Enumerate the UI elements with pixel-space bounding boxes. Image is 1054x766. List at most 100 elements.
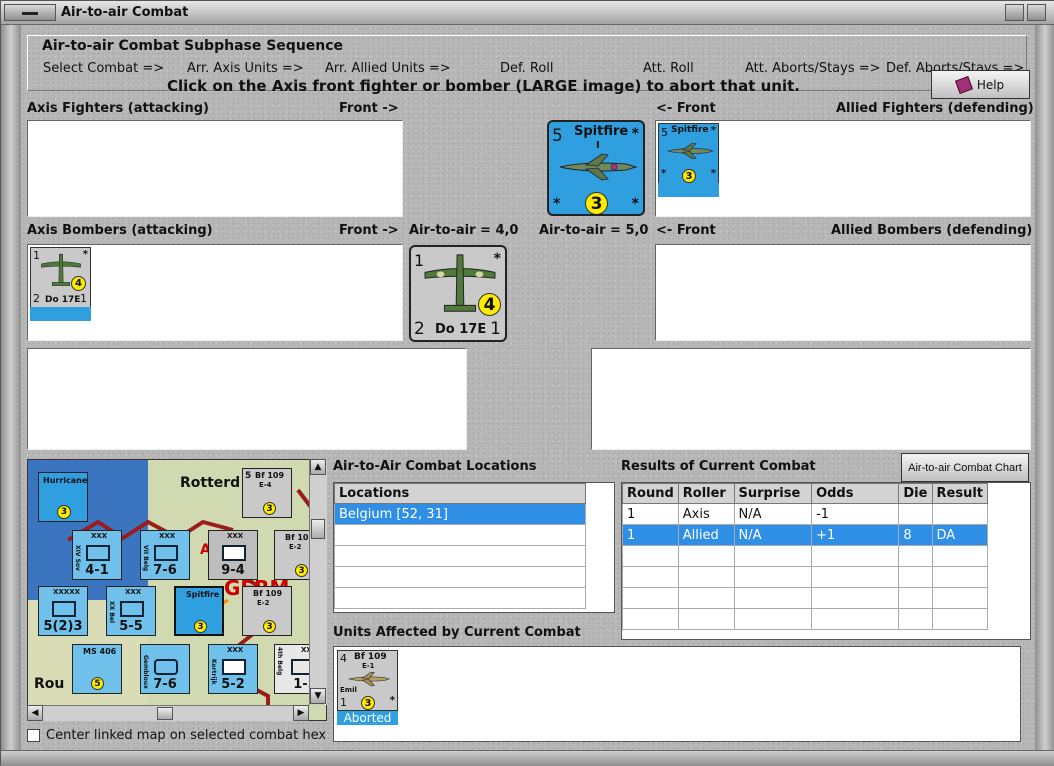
results-cell: N/A bbox=[733, 503, 813, 525]
infantry-icon bbox=[222, 545, 246, 561]
affected-units-panel[interactable]: 4 Bf 109 E-1 Emil 1 3 * Aborted bbox=[333, 646, 1021, 742]
help-button[interactable]: Help bbox=[931, 70, 1030, 99]
map-counter-army[interactable]: XXXXX 5(2)3 bbox=[38, 586, 88, 636]
center-map-checkbox[interactable] bbox=[27, 729, 40, 742]
map-city-rouen: Rou bbox=[34, 676, 65, 692]
spitfire-large-counter[interactable]: Spitfire I 5 * * * 3 bbox=[547, 120, 645, 216]
linked-map[interactable]: Rotterd Rou Antw GERM Hurricane 3 5 Bf 1… bbox=[27, 459, 327, 721]
system-menu-button[interactable] bbox=[4, 4, 56, 21]
scroll-thumb-horizontal[interactable] bbox=[157, 707, 173, 720]
results-row[interactable] bbox=[622, 545, 988, 567]
axis-fighters-front-label: Front -> bbox=[339, 101, 399, 116]
bottom-frame bbox=[1, 750, 1054, 766]
map-counter-german-corps[interactable]: XXX 9-4 bbox=[208, 530, 258, 580]
locations-column-header: Locations bbox=[334, 483, 586, 504]
map-counter-xiv-corps[interactable]: XXX XIV Sov 4-1 bbox=[72, 530, 122, 580]
title-bar: Air-to-air Combat bbox=[1, 1, 1054, 25]
map-counter-ms406[interactable]: MS 406 5 bbox=[72, 644, 122, 694]
counter-star-bl: * bbox=[553, 196, 561, 212]
results-row[interactable] bbox=[622, 608, 988, 630]
map-counter-rating: 3 bbox=[295, 564, 308, 577]
scroll-up-arrow[interactable]: ▲ bbox=[310, 459, 326, 475]
location-cell bbox=[334, 587, 586, 609]
map-counter-left: 5 bbox=[245, 471, 252, 481]
map-counter-vii-corps[interactable]: XXX VII Belg 7-6 bbox=[140, 530, 190, 580]
location-row[interactable] bbox=[334, 524, 586, 546]
scroll-thumb-vertical[interactable] bbox=[311, 519, 325, 539]
map-horizontal-scrollbar[interactable]: ◀ ▶ bbox=[27, 705, 309, 721]
results-row[interactable]: 1 Allied N/A +1 8 DA bbox=[622, 524, 988, 546]
scroll-right-arrow[interactable]: ▶ bbox=[293, 705, 309, 721]
map-counter-strength: 5-2 bbox=[221, 677, 245, 692]
map-vertical-scrollbar[interactable]: ▲ ▼ bbox=[309, 459, 327, 705]
map-counter-kortrijk[interactable]: XXX Kortrijk 5-2 bbox=[208, 644, 258, 694]
map-counter-label: Bf 109 bbox=[253, 589, 283, 598]
location-row[interactable] bbox=[334, 545, 586, 567]
phase-title: Air-to-air Combat Subphase Sequence bbox=[42, 38, 344, 54]
results-row[interactable]: 1 Axis N/A -1 bbox=[622, 503, 988, 525]
results-cell bbox=[931, 503, 988, 525]
counter-left-value: 4 bbox=[340, 652, 347, 665]
affected-units-title: Units Affected by Current Combat bbox=[333, 625, 581, 640]
fighter-aircraft-icon bbox=[348, 671, 391, 687]
air-combat-chart-button[interactable]: Air-to-air Combat Chart bbox=[901, 453, 1029, 482]
counter-sub: E-1 bbox=[362, 662, 375, 670]
axis-reserve-panel[interactable] bbox=[27, 348, 467, 450]
map-counter-bf109-a[interactable]: 5 Bf 109 E-4 3 bbox=[242, 468, 292, 518]
map-counter-size: XXX bbox=[91, 532, 108, 540]
map-counter-sub: E-2 bbox=[257, 599, 270, 607]
map-counter-spitfire[interactable]: Spitfire 3 bbox=[174, 586, 224, 636]
results-row[interactable] bbox=[622, 587, 988, 609]
counter-star-tr: * bbox=[631, 126, 639, 142]
allied-bombers-panel[interactable] bbox=[655, 244, 1031, 341]
counter-star-br: * bbox=[710, 168, 716, 179]
left-frame bbox=[1, 25, 21, 751]
center-map-option[interactable]: Center linked map on selected combat hex bbox=[27, 728, 326, 743]
results-cell: Allied bbox=[677, 524, 735, 546]
counter-name: Do 17E bbox=[45, 295, 81, 305]
location-row[interactable] bbox=[334, 587, 586, 609]
help-label: Help bbox=[976, 77, 1005, 92]
allied-fighters-panel[interactable]: Spitfire 5 * * * 3 bbox=[655, 120, 1031, 217]
location-row[interactable] bbox=[334, 566, 586, 588]
axis-fighters-panel[interactable] bbox=[27, 120, 403, 217]
counter-br-value: 1 bbox=[490, 319, 501, 339]
axis-air-to-air-label: Air-to-air = 4,0 bbox=[409, 223, 519, 238]
map-counter-gembloux[interactable]: Gembloux 7-6 bbox=[140, 644, 190, 694]
minimize-button[interactable] bbox=[1005, 4, 1024, 21]
counter-br-value: 1 bbox=[80, 292, 87, 305]
location-row[interactable]: Belgium [52, 31] bbox=[334, 503, 586, 525]
axis-bombers-panel[interactable]: 1 * 4 2 Do 17E 1 bbox=[27, 244, 403, 341]
counter-name: Bf 109 bbox=[354, 652, 387, 662]
map-counter-size: XXX bbox=[227, 646, 244, 654]
axis-bombers-front-label: Front -> bbox=[339, 223, 399, 238]
counter-star-tr: * bbox=[710, 125, 716, 136]
close-button[interactable] bbox=[1027, 4, 1046, 21]
do17-small-counter[interactable]: 1 * 4 2 Do 17E 1 bbox=[30, 247, 91, 308]
do17-large-counter[interactable]: 1 * 4 2 Do 17E 1 bbox=[409, 245, 507, 342]
map-counter-size: XXX bbox=[159, 532, 176, 540]
allied-reserve-panel[interactable] bbox=[591, 348, 1031, 450]
results-table[interactable]: Round Roller Surprise Odds Die Result 1 … bbox=[621, 482, 1031, 640]
map-counter-hurricane[interactable]: Hurricane 3 bbox=[38, 472, 88, 522]
location-cell bbox=[334, 524, 586, 546]
phase-step-att-aborts: Att. Aborts/Stays => bbox=[745, 61, 881, 76]
allied-fighters-front-label: <- Front bbox=[656, 101, 716, 116]
results-col-odds: Odds bbox=[811, 483, 900, 504]
results-title: Results of Current Combat bbox=[621, 459, 816, 474]
results-row[interactable] bbox=[622, 566, 988, 588]
scroll-down-arrow[interactable]: ▼ bbox=[310, 688, 326, 704]
content-area: Air-to-air Combat Subphase Sequence Sele… bbox=[21, 25, 1035, 751]
counter-star-br: * bbox=[631, 196, 639, 212]
axis-fighters-label: Axis Fighters (attacking) bbox=[27, 101, 209, 116]
counter-star: * bbox=[82, 249, 88, 260]
scroll-left-arrow[interactable]: ◀ bbox=[27, 705, 43, 721]
affected-bf109-counter[interactable]: 4 Bf 109 E-1 Emil 1 3 * bbox=[337, 650, 398, 711]
spitfire-small-counter[interactable]: Spitfire 5 * * * 3 bbox=[658, 123, 719, 184]
infantry-icon bbox=[86, 545, 110, 561]
map-counter-xx-corps[interactable]: XXX XX Bel 5-5 bbox=[106, 586, 156, 636]
locations-list[interactable]: Locations Belgium [52, 31] bbox=[333, 482, 615, 613]
counter-rating-circle: 4 bbox=[71, 276, 86, 291]
counter-left-value: 5 bbox=[661, 126, 668, 139]
map-counter-bf109-c[interactable]: Bf 109 E-2 3 bbox=[242, 586, 292, 636]
